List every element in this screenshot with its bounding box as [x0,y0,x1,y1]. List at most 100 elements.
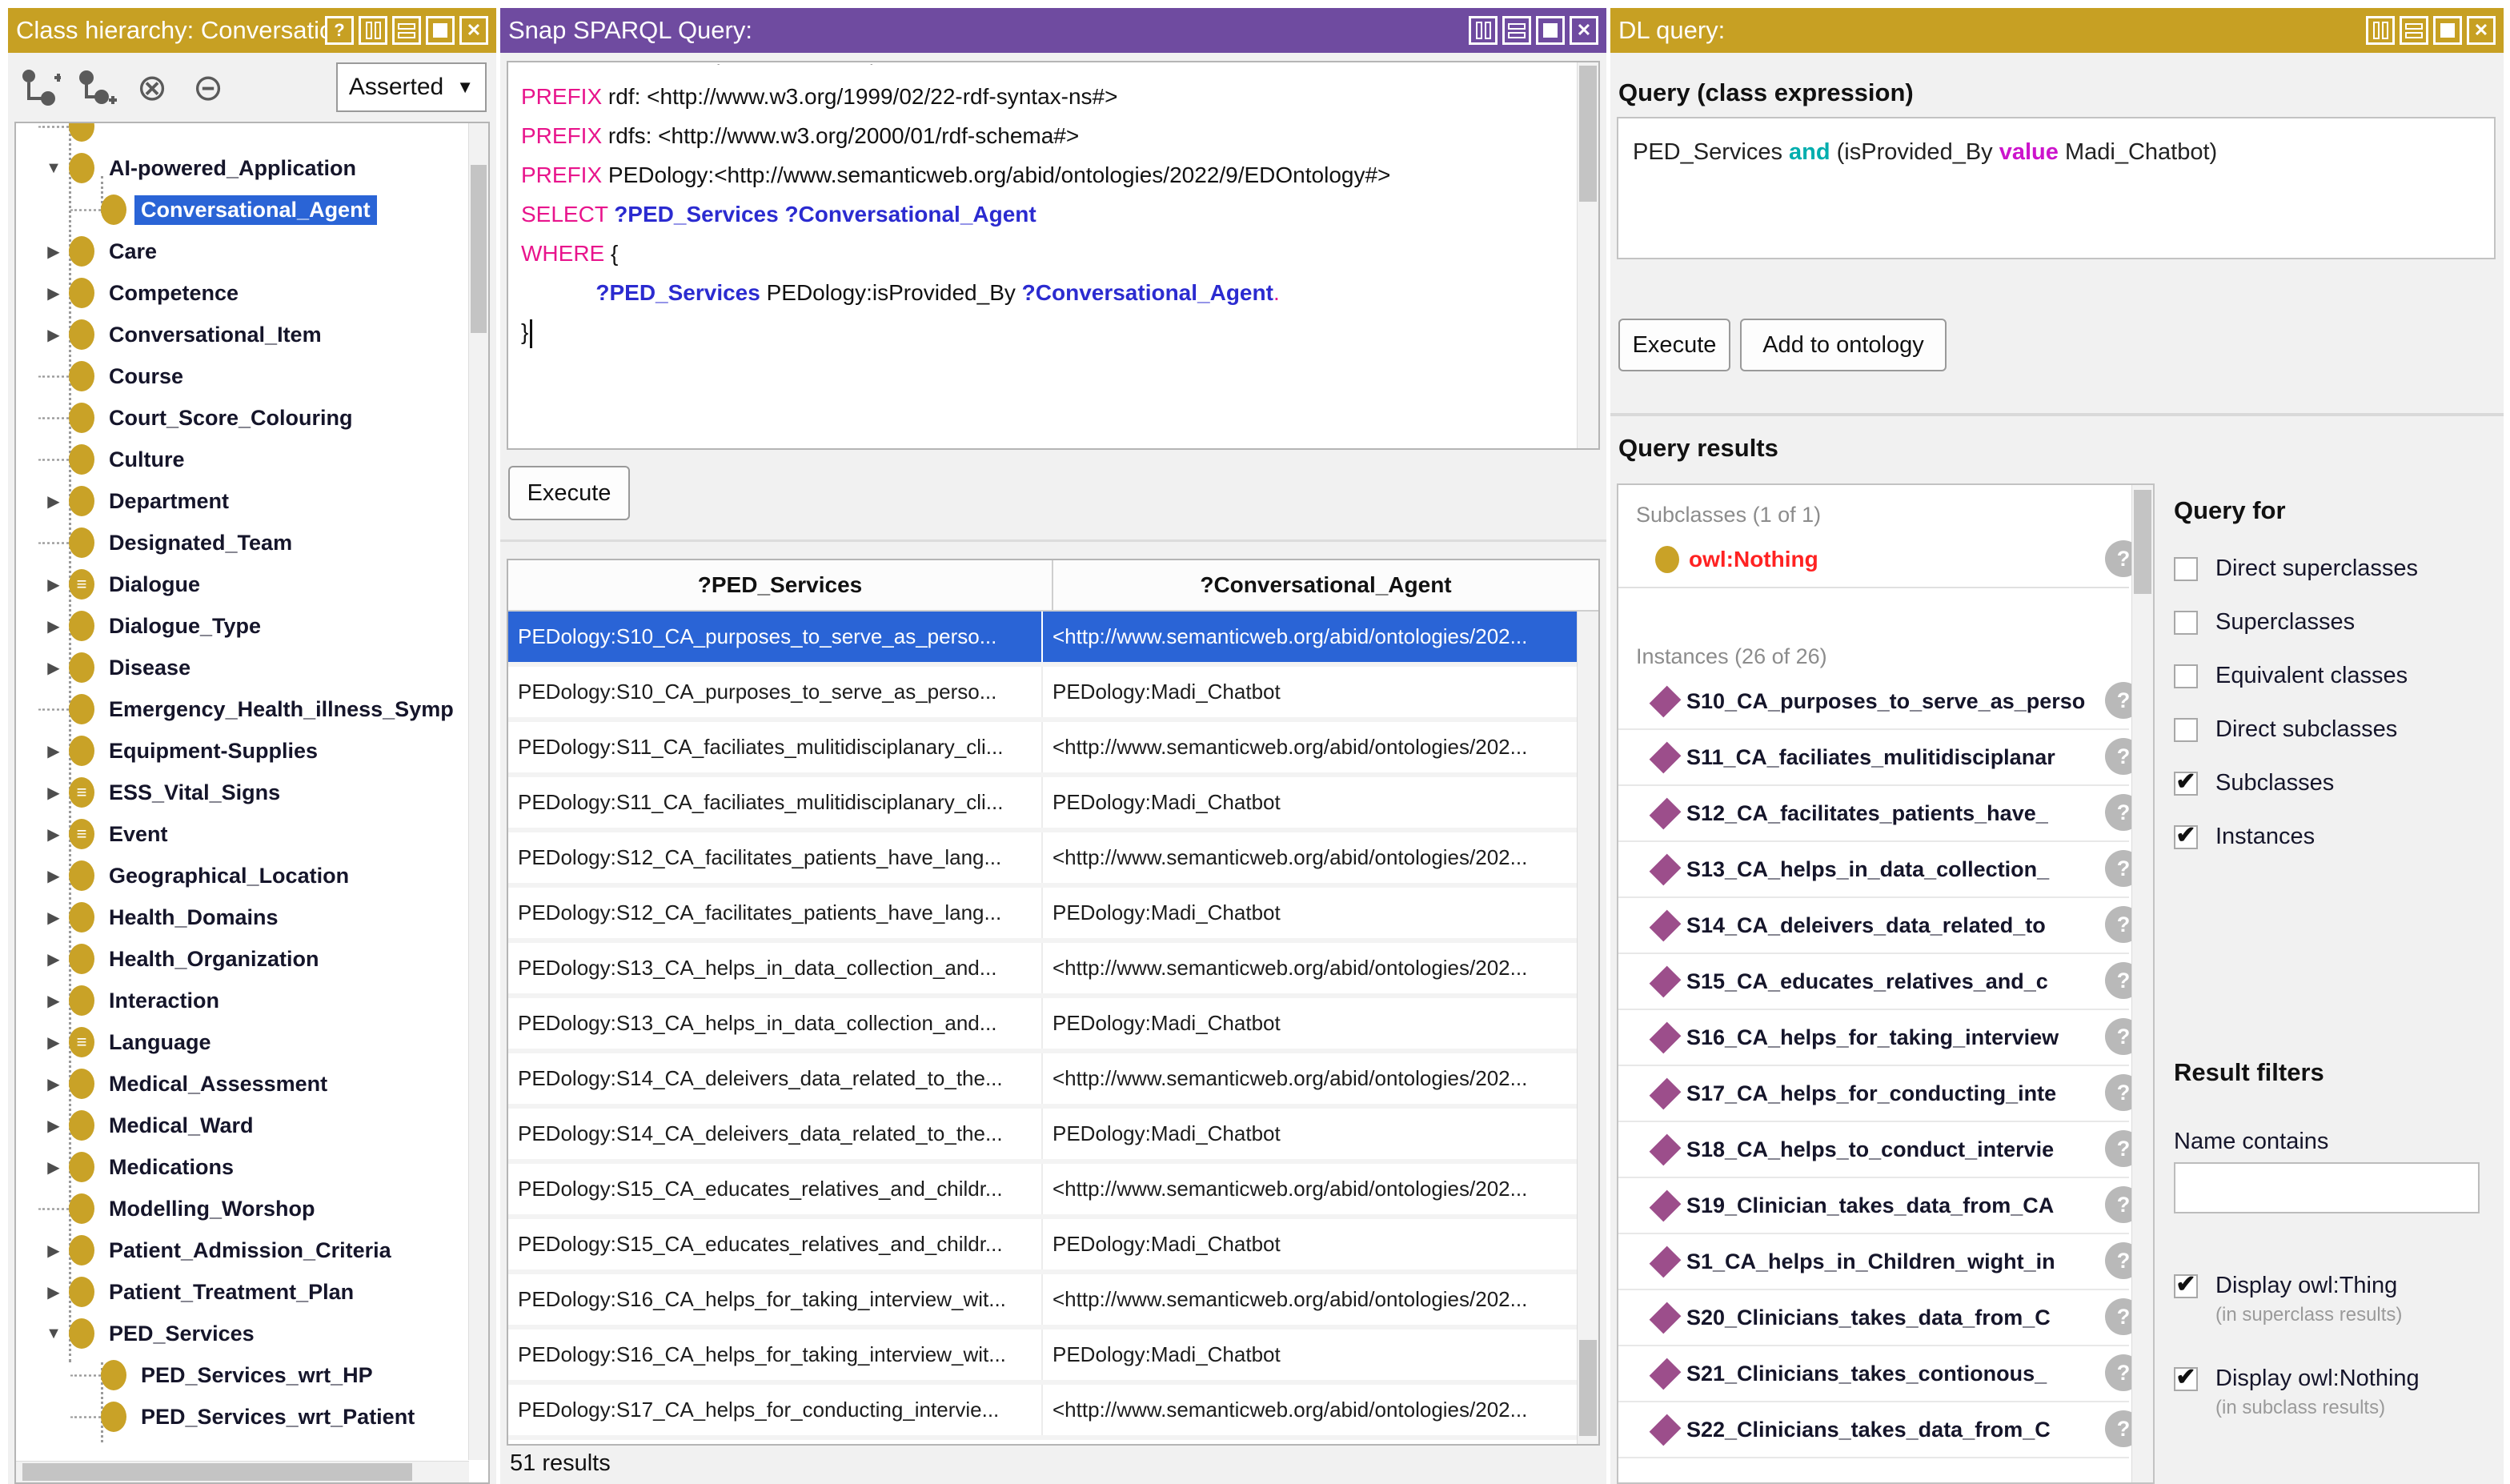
tree-item-label[interactable]: Course [102,362,190,391]
tree-collapsed-icon[interactable]: ▶ [38,949,69,969]
tree-item-label[interactable]: Emergency_Health_illness_Symp [102,695,460,724]
instance-result-row[interactable]: S1_CA_helps_in_Children_wight_in? [1618,1234,2129,1290]
tree-item-health_domains[interactable]: ▶Health_Domains [16,896,467,938]
query-for-option-direct-superclasses[interactable]: Direct superclasses [2174,557,2418,582]
tree-item-label[interactable]: Dialogue_Type [102,612,267,641]
table-row[interactable]: PEDology:S12_CA_facilitates_patients_hav… [508,888,1578,943]
tree-item-label[interactable]: Modelling_Worshop [102,1194,322,1224]
tree-item-medical_assessment[interactable]: ▶ Medical_Assessment [16,1063,467,1105]
tree-collapsed-icon[interactable]: ▶ [38,824,69,844]
checkbox[interactable] [2174,718,2198,742]
tree-item-ped_services_wrt_hp[interactable]: PED_Services_wrt_HP [16,1354,467,1396]
tree-collapsed-icon[interactable]: ▶ [38,991,69,1011]
tree-collapsed-icon[interactable]: ▶ [38,616,69,636]
tree-collapsed-icon[interactable]: ▶ [38,866,69,886]
table-row[interactable]: PEDology:S11_CA_faciliates_mulitidiscipl… [508,722,1578,777]
table-row[interactable]: PEDology:S10_CA_purposes_to_serve_as_per… [508,667,1578,722]
checkbox[interactable] [2174,1367,2198,1391]
sparql-execute-button[interactable]: Execute [508,466,630,520]
tree-item-label[interactable]: Patient_Treatment_Plan [102,1277,360,1307]
tree-item-ai-powered_application[interactable]: ▼ AI-powered_Application [16,147,467,189]
split-horizontal-icon[interactable] [392,16,421,45]
tree-item-dialogue[interactable]: ▶≡Dialogue [16,564,467,605]
delete-class-icon[interactable]: ⊗ [130,65,174,110]
table-row[interactable]: PEDology:S10_CA_purposes_to_serve_as_per… [508,612,1578,667]
instance-result-row[interactable]: S12_CA_facilitates_patients_have_? [1618,786,2129,842]
tree-item-label[interactable]: Designated_Team [102,528,299,558]
tree-collapsed-icon[interactable]: ▶ [38,1157,69,1177]
tree-expanded-icon[interactable]: ▼ [38,159,69,178]
tree-item-label[interactable]: Equipment-Supplies [102,736,324,766]
tree-item-patient_treatment_plan[interactable]: ▶Patient_Treatment_Plan [16,1271,467,1313]
tree-collapsed-icon[interactable]: ▶ [38,1116,69,1136]
tree-item-designated_team[interactable]: Designated_Team [16,522,467,564]
tree-collapsed-icon[interactable]: ▶ [38,1074,69,1094]
table-row[interactable]: PEDology:S16_CA_helps_for_taking_intervi… [508,1330,1578,1385]
tree-vertical-scrollbar[interactable] [468,123,488,1460]
tree-item-language[interactable]: ▶≡Language [16,1021,467,1063]
tree-collapsed-icon[interactable]: ▶ [38,242,69,262]
hierarchy-mode-dropdown[interactable]: Asserted ▼ [336,62,487,112]
results-table-scrollbar[interactable] [1577,612,1598,1444]
tree-expanded-icon[interactable]: ▼ [38,1325,69,1343]
maximize-icon[interactable] [426,16,455,45]
instance-result-row[interactable]: S20_Clinicians_takes_data_from_C? [1618,1290,2129,1346]
checkbox[interactable] [2174,1274,2198,1298]
tree-item-label[interactable]: PED_Services_wrt_HP [134,1361,379,1390]
name-contains-input[interactable] [2174,1162,2480,1213]
tree-item-care[interactable]: ▶Care [16,231,467,272]
tree-item-course[interactable]: Course [16,355,467,397]
tree-item-label[interactable]: Conversational_Agent [134,195,377,225]
tree-item-label[interactable]: Medical_Assessment [102,1069,334,1099]
tree-collapsed-icon[interactable]: ▶ [38,908,69,928]
close-icon[interactable]: ✕ [1570,16,1598,45]
table-row[interactable]: PEDology:S15_CA_educates_relatives_and_c… [508,1164,1578,1219]
tree-item-label[interactable]: Competence [102,279,245,308]
tree-item-equipment-supplies[interactable]: ▶ Equipment-Supplies [16,730,467,772]
instance-result-row[interactable]: S16_CA_helps_for_taking_interview? [1618,1010,2129,1066]
instance-result-row[interactable]: S17_CA_helps_for_conducting_inte? [1618,1066,2129,1122]
maximize-icon[interactable] [1536,16,1565,45]
checkbox[interactable] [2174,772,2198,796]
tree-item-dialogue_type[interactable]: ▶ Dialogue_Type [16,605,467,647]
tree-item-disease[interactable]: ▶Disease [16,647,467,688]
tree-item-medications[interactable]: ▶Medications [16,1146,467,1188]
tree-item-department[interactable]: ▶Department [16,480,467,522]
table-row[interactable]: PEDology:S13_CA_helps_in_data_collection… [508,998,1578,1053]
table-row[interactable]: PEDology:S15_CA_educates_relatives_and_c… [508,1219,1578,1274]
tree-item-label[interactable]: Patient_Admission_Criteria [102,1236,398,1265]
tree-item-label[interactable]: AI-powered_Application [102,154,363,183]
split-horizontal-icon[interactable] [2400,16,2428,45]
tree-item-label[interactable]: ESS_Vital_Signs [102,778,287,808]
maximize-icon[interactable] [2433,16,2462,45]
tree-item-label[interactable]: Conversational_Item [102,320,328,350]
checkbox[interactable] [2174,664,2198,688]
tree-item-label[interactable]: Language [102,1028,218,1057]
instance-result-row[interactable]: S14_CA_deleivers_data_related_to? [1618,898,2129,954]
instance-result-row[interactable]: S18_CA_helps_to_conduct_intervie? [1618,1122,2129,1178]
split-vertical-icon[interactable] [359,16,387,45]
tree-collapsed-icon[interactable]: ▶ [38,741,69,761]
split-horizontal-icon[interactable] [1502,16,1531,45]
instance-result-row[interactable]: S22_Clinicians_takes_data_from_C? [1618,1402,2129,1458]
table-row[interactable]: PEDology:S13_CA_helps_in_data_collection… [508,943,1578,998]
table-row[interactable]: PEDology:S14_CA_deleivers_data_related_t… [508,1053,1578,1109]
instance-result-row[interactable]: S11_CA_faciliates_mulitidisciplanar? [1618,730,2129,786]
tree-item-modelling_worshop[interactable]: Modelling_Worshop [16,1188,467,1229]
instance-result-row[interactable]: S21_Clinicians_takes_contionous_? [1618,1346,2129,1402]
tree-item-label[interactable]: Medical_Ward [102,1111,260,1141]
tree-collapsed-icon[interactable]: ▶ [38,1241,69,1261]
checkbox[interactable] [2174,557,2198,581]
result-filter-display-owl-nothing[interactable]: Display owl:Nothing(in subclass results) [2174,1367,2420,1419]
dl-execute-button[interactable]: Execute [1618,319,1730,371]
tree-item-conversational_agent[interactable]: Conversational_Agent [16,189,467,231]
tree-item-court_score_colouring[interactable]: Court_Score_Colouring [16,397,467,439]
tree-item-label[interactable]: PED_Services [102,1319,261,1349]
tree-collapsed-icon[interactable]: ▶ [38,1033,69,1053]
tree-item-label[interactable]: PED_Services_wrt_Patient [134,1402,421,1432]
instance-result-row[interactable]: S13_CA_helps_in_data_collection_? [1618,842,2129,898]
results-column-header[interactable]: ?PED_Services [508,560,1053,610]
split-vertical-icon[interactable] [1469,16,1498,45]
tree-item-conversational_item[interactable]: ▶Conversational_Item [16,314,467,355]
result-filter-display-owl-thing[interactable]: Display owl:Thing(in superclass results) [2174,1274,2402,1326]
